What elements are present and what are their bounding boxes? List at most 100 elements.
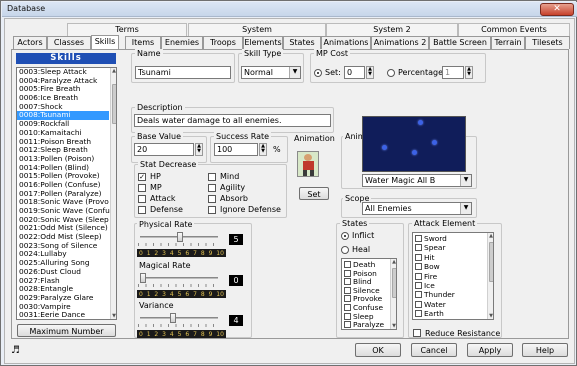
states-inflict-radio[interactable] xyxy=(341,232,349,240)
stat-defense-checkbox[interactable] xyxy=(138,206,146,214)
success-rate-input[interactable]: 100 xyxy=(214,143,258,156)
tab-skills[interactable]: Skills xyxy=(91,35,119,49)
state-checkbox[interactable] xyxy=(344,295,351,303)
base-value-input[interactable]: 20 xyxy=(134,143,194,156)
element-checkbox[interactable] xyxy=(415,282,422,289)
variance-slider[interactable] xyxy=(138,313,220,327)
maximum-number-button[interactable]: Maximum Number xyxy=(17,324,116,337)
scroll-up-icon[interactable]: ▲ xyxy=(488,233,493,239)
stat-mp-checkbox[interactable] xyxy=(138,184,146,192)
element-checkbox[interactable] xyxy=(415,253,422,261)
element-checkbox[interactable] xyxy=(415,272,422,280)
element-item[interactable]: Spear xyxy=(415,243,446,252)
magical-rate-slider[interactable] xyxy=(138,273,220,287)
element-checkbox[interactable] xyxy=(415,244,422,252)
music-icon[interactable]: ♬ xyxy=(11,345,20,356)
mp-percentage-radio[interactable] xyxy=(387,69,395,77)
element-item[interactable]: Earth xyxy=(415,309,444,318)
state-checkbox[interactable] xyxy=(344,304,351,311)
magical-rate-slider-knob[interactable] xyxy=(140,273,146,283)
mp-set-input[interactable]: 0 xyxy=(344,66,365,79)
state-checkbox[interactable] xyxy=(344,286,351,294)
tab-tilesets[interactable]: Tilesets xyxy=(525,36,570,49)
tab-common-events[interactable]: Common Events xyxy=(458,23,570,36)
element-item[interactable]: Water xyxy=(415,300,446,309)
skills-scrollbar[interactable]: ▲ ▼ xyxy=(110,68,116,319)
state-checkbox[interactable] xyxy=(344,321,351,329)
animation-set-button[interactable]: Set xyxy=(299,187,329,200)
element-checkbox[interactable] xyxy=(415,300,422,308)
scroll-down-icon[interactable]: ▼ xyxy=(111,313,116,319)
physical-rate-slider-knob[interactable] xyxy=(177,232,183,242)
tab-battle-screen[interactable]: Battle Screen xyxy=(429,36,491,49)
tab-animations[interactable]: Animations xyxy=(321,36,371,49)
element-checkbox[interactable] xyxy=(415,235,422,242)
scroll-up-icon[interactable]: ▲ xyxy=(391,259,396,265)
variance-slider-knob[interactable] xyxy=(169,313,176,323)
scroll-thumb[interactable] xyxy=(112,84,116,124)
stat-agility-checkbox[interactable] xyxy=(208,184,216,192)
skill-type-select[interactable]: Normal ▼ xyxy=(241,66,301,79)
skills-list[interactable]: 0003:Sleep Attack 0004:Paralyze Attack 000… xyxy=(16,67,117,320)
ok-button[interactable]: OK xyxy=(355,343,401,357)
element-item[interactable]: Fire xyxy=(415,272,437,281)
help-button[interactable]: Help xyxy=(522,343,568,357)
tab-items[interactable]: Items xyxy=(125,36,161,49)
cancel-button[interactable]: Cancel xyxy=(411,343,457,357)
element-checkbox[interactable] xyxy=(415,310,422,318)
physical-rate-slider[interactable] xyxy=(138,232,220,246)
scroll-up-icon[interactable]: ▲ xyxy=(111,68,116,74)
skill-list-item[interactable]: 0031:Eerie Dance xyxy=(17,311,109,319)
states-heal-radio[interactable] xyxy=(341,246,349,254)
elements-scrollbar[interactable]: ▲ ▼ xyxy=(487,233,493,319)
reduce-resistance-checkbox[interactable] xyxy=(413,329,421,337)
attack-element-list[interactable]: Sword Spear Hit Bow Fire Ice Thunder Water Earth… xyxy=(412,232,494,320)
tab-troops[interactable]: Troops xyxy=(203,36,243,49)
element-checkbox[interactable] xyxy=(415,291,422,299)
stat-hp-checkbox[interactable]: ✓ xyxy=(138,173,146,181)
element-item[interactable]: Bow xyxy=(415,262,440,271)
tab-states[interactable]: States xyxy=(283,36,321,49)
success-rate-spinner[interactable]: ▲ ▼ xyxy=(259,143,267,156)
element-checkbox[interactable] xyxy=(415,263,422,271)
states-list[interactable]: Death Poison Blind Silence Provoke Confuse Sle… xyxy=(341,258,397,330)
element-item[interactable]: Ice xyxy=(415,281,435,290)
state-checkbox[interactable] xyxy=(344,261,351,268)
element-item[interactable]: Hit xyxy=(415,253,435,262)
element-item[interactable]: Sword xyxy=(415,234,447,243)
tab-system-2[interactable]: System 2 xyxy=(326,23,458,36)
tab-animations-2[interactable]: Animations 2 xyxy=(371,36,429,49)
state-checkbox[interactable] xyxy=(344,278,351,286)
name-input[interactable]: Tsunami xyxy=(135,66,231,79)
animations-select[interactable]: Water Magic All B ▼ xyxy=(362,174,472,187)
apply-button[interactable]: Apply xyxy=(467,343,513,357)
tab-classes[interactable]: Classes xyxy=(47,36,91,49)
mp-percentage-input[interactable]: 1 xyxy=(442,66,464,79)
mp-set-spinner[interactable]: ▲ ▼ xyxy=(366,66,374,79)
tab-system[interactable]: System xyxy=(188,23,326,36)
tab-terms[interactable]: Terms xyxy=(67,23,187,36)
mp-percentage-spinner[interactable]: ▲ ▼ xyxy=(465,66,473,79)
stat-ignore-defense-checkbox[interactable] xyxy=(208,206,216,214)
state-checkbox[interactable] xyxy=(344,269,351,277)
scroll-down-icon[interactable]: ▼ xyxy=(391,323,396,329)
scroll-down-icon[interactable]: ▼ xyxy=(488,313,493,319)
scope-select[interactable]: All Enemies ▼ xyxy=(362,202,472,215)
tab-enemies[interactable]: Enemies xyxy=(161,36,203,49)
tab-actors[interactable]: Actors xyxy=(13,36,47,49)
tab-elements[interactable]: Elements xyxy=(243,36,283,49)
stat-mind-checkbox[interactable] xyxy=(208,173,216,181)
scroll-thumb[interactable] xyxy=(489,242,493,282)
tab-terrain[interactable]: Terrain xyxy=(491,36,525,49)
stat-absorb-checkbox[interactable] xyxy=(208,195,216,203)
states-scrollbar[interactable]: ▲ ▼ xyxy=(390,259,396,329)
mp-set-radio[interactable] xyxy=(314,69,322,77)
state-checkbox[interactable] xyxy=(344,312,351,320)
description-input[interactable]: Deals water damage to all enemies. xyxy=(134,114,331,127)
scroll-thumb[interactable] xyxy=(392,268,396,298)
state-item[interactable]: Paralyze xyxy=(344,320,384,329)
close-button[interactable]: ✕ xyxy=(540,3,574,16)
stat-attack-checkbox[interactable] xyxy=(138,195,146,203)
base-value-spinner[interactable]: ▲ ▼ xyxy=(195,143,203,156)
element-item[interactable]: Thunder xyxy=(415,290,455,299)
